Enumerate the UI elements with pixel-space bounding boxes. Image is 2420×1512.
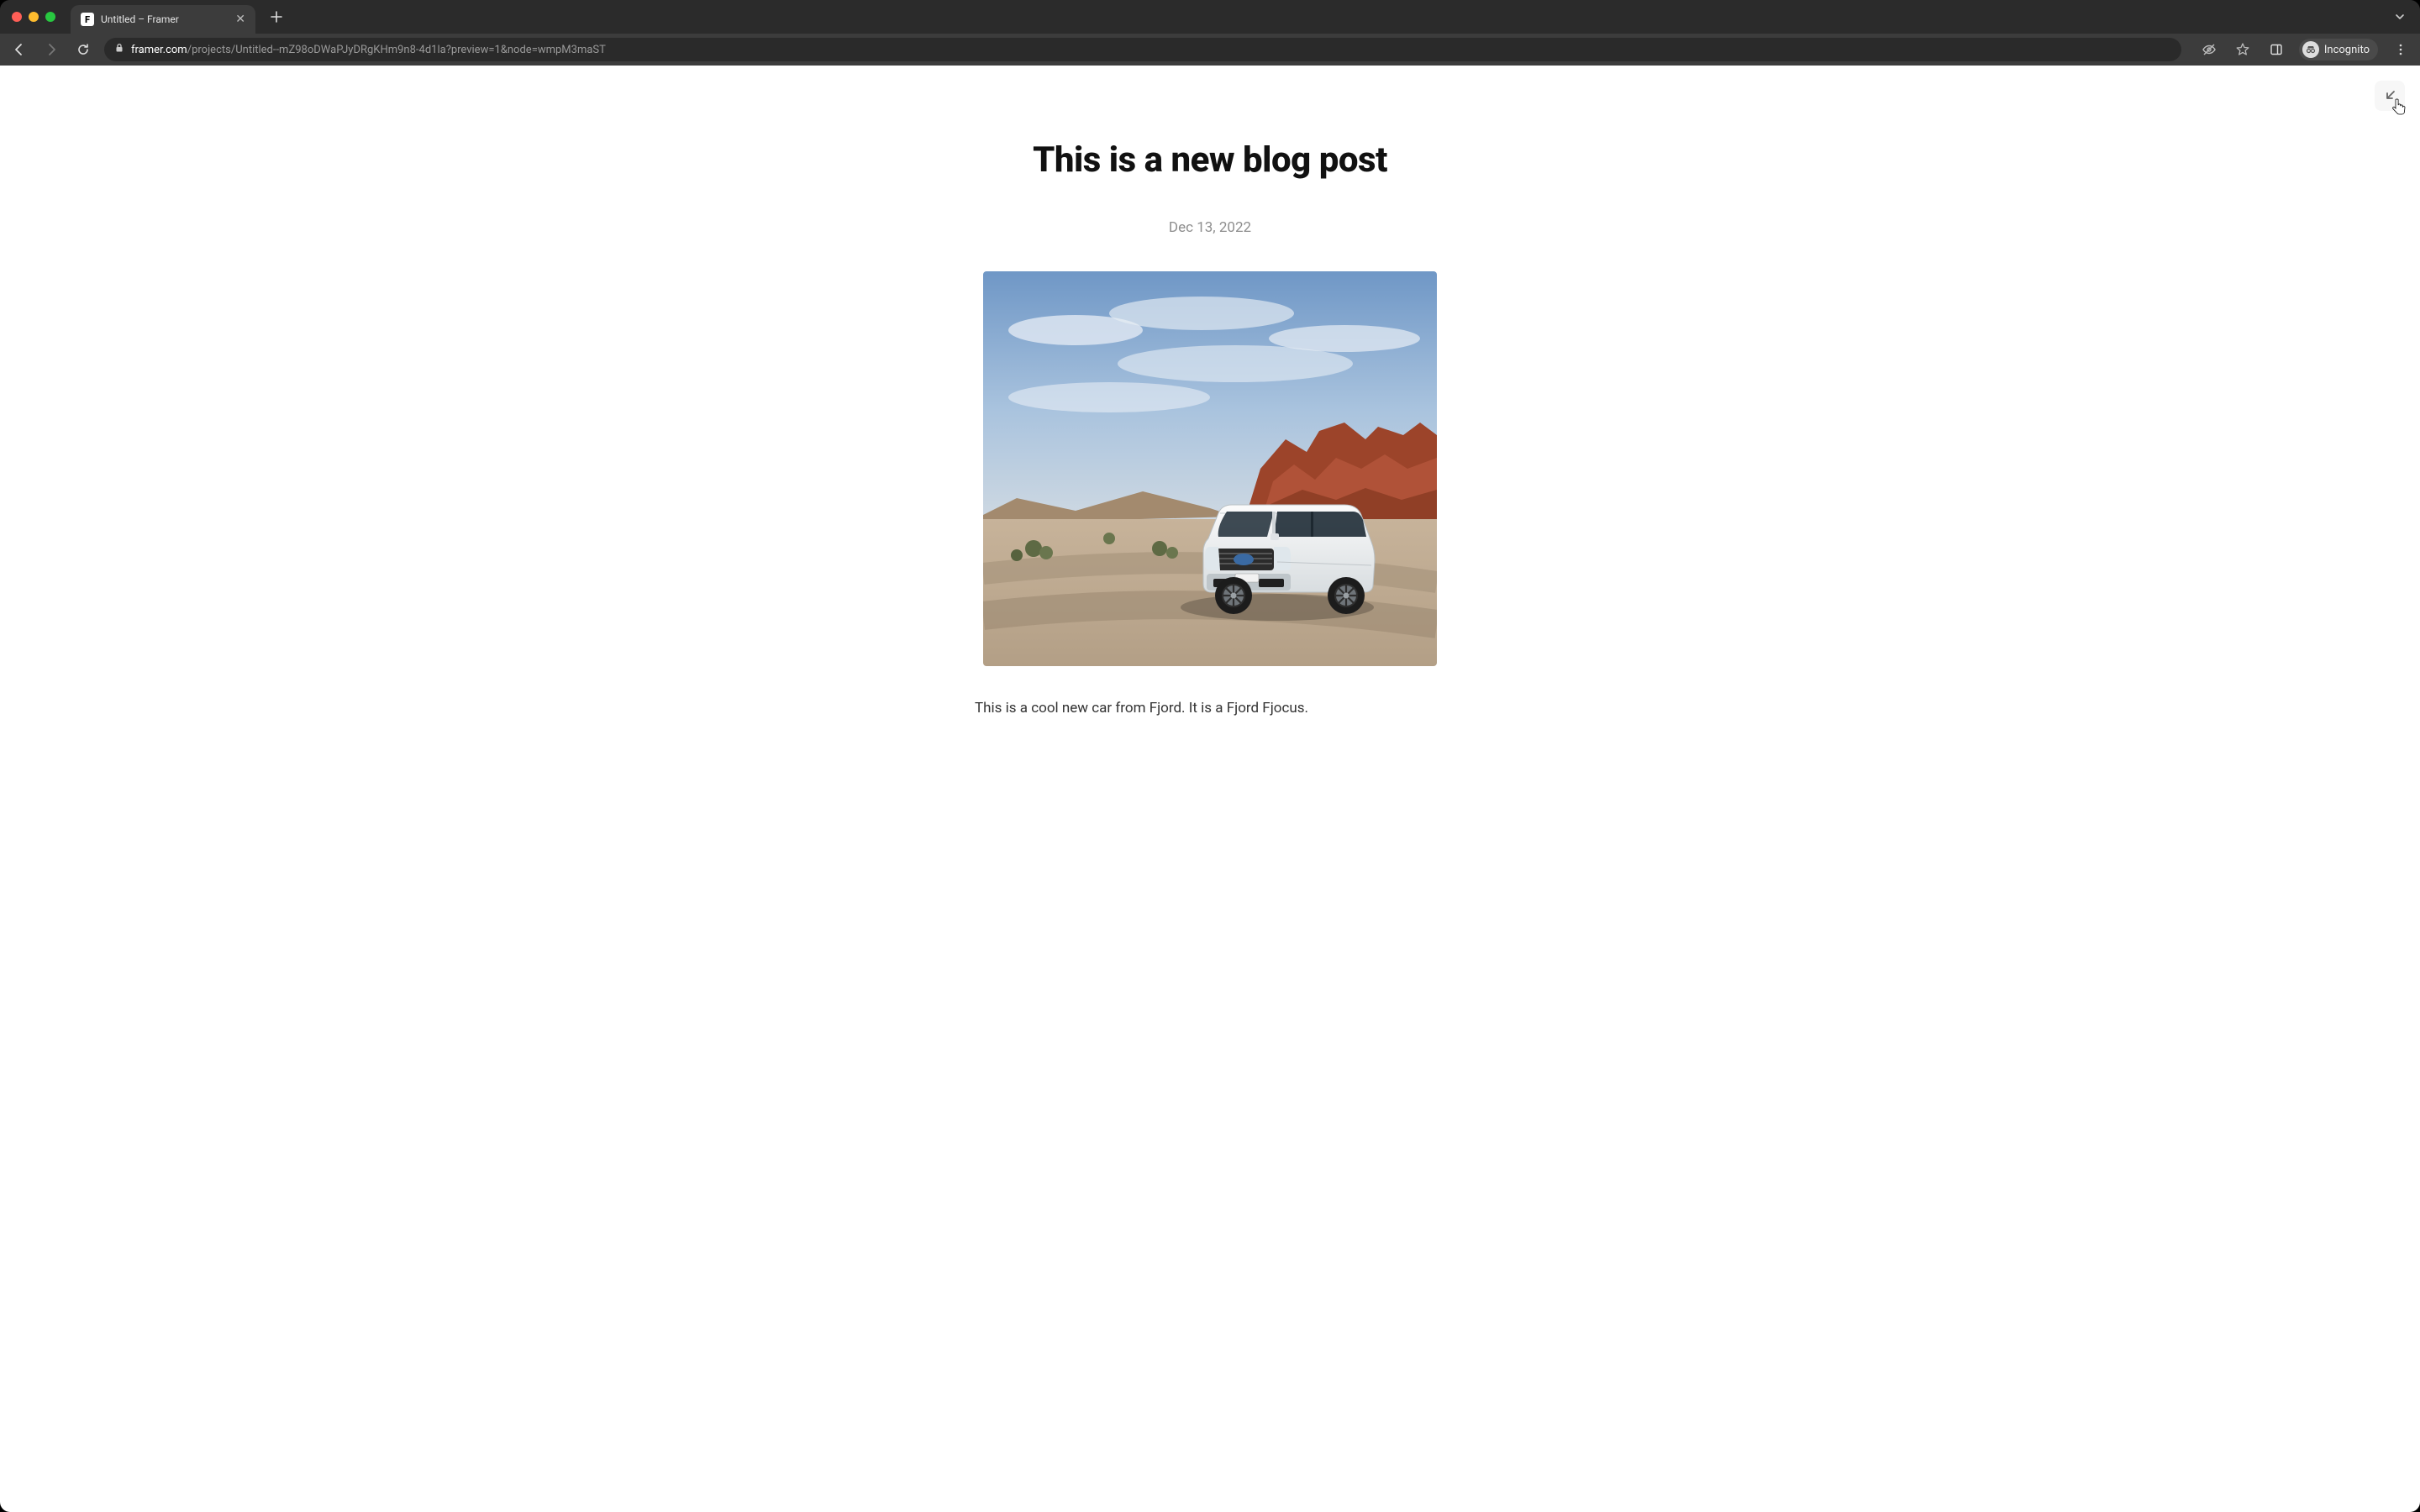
post-date: Dec 13, 2022 — [975, 219, 1445, 236]
window-close-button[interactable] — [12, 12, 22, 22]
page-viewport: This is a new blog post Dec 13, 2022 — [0, 66, 2420, 1512]
hero-image — [983, 271, 1437, 666]
chevron-down-icon — [2394, 11, 2406, 23]
browser-menu-button[interactable] — [2390, 39, 2412, 60]
eye-off-button[interactable] — [2198, 39, 2220, 60]
plus-icon — [271, 11, 282, 23]
browser-tab[interactable]: F Untitled – Framer ✕ — [71, 5, 255, 34]
more-vertical-icon — [2394, 43, 2407, 56]
url-path: /projects/Untitled--mZ98oDWaPJyDRgKHm9n8… — [187, 44, 606, 56]
window-controls — [12, 12, 55, 22]
forward-button[interactable] — [40, 39, 62, 60]
exit-preview-button[interactable] — [2375, 81, 2405, 111]
incognito-badge[interactable]: Incognito — [2299, 39, 2378, 60]
blog-article: This is a new blog post Dec 13, 2022 — [975, 66, 1445, 733]
new-tab-button[interactable] — [267, 8, 286, 26]
window-minimize-button[interactable] — [29, 12, 39, 22]
url-text: framer.com/projects/Untitled--mZ98oDWaPJ… — [131, 44, 606, 56]
incognito-label: Incognito — [2324, 44, 2370, 56]
tab-title: Untitled – Framer — [101, 13, 229, 25]
tabs-overflow-button[interactable] — [2391, 8, 2408, 25]
panel-icon — [2270, 43, 2283, 56]
browser-toolbar: framer.com/projects/Untitled--mZ98oDWaPJ… — [0, 34, 2420, 66]
bookmark-button[interactable] — [2232, 39, 2254, 60]
toolbar-right: Incognito — [2198, 39, 2412, 60]
post-body: This is a cool new car from Fjord. It is… — [975, 700, 1445, 733]
reload-icon — [76, 42, 91, 57]
browser-titlebar: F Untitled – Framer ✕ — [0, 0, 2420, 34]
arrow-right-icon — [44, 42, 59, 57]
tab-close-button[interactable]: ✕ — [235, 13, 245, 26]
post-title: This is a new blog post — [975, 139, 1445, 181]
reload-button[interactable] — [72, 39, 94, 60]
star-icon — [2235, 42, 2250, 57]
arrow-left-icon — [12, 42, 27, 57]
eye-off-icon — [2202, 42, 2217, 57]
lock-icon — [114, 43, 124, 56]
incognito-icon — [2302, 41, 2319, 58]
collapse-icon — [2382, 88, 2397, 103]
url-domain: framer.com — [131, 44, 187, 56]
back-button[interactable] — [8, 39, 30, 60]
tab-favicon-icon: F — [81, 13, 94, 26]
window-maximize-button[interactable] — [45, 12, 55, 22]
address-bar[interactable]: framer.com/projects/Untitled--mZ98oDWaPJ… — [104, 38, 2181, 61]
side-panel-button[interactable] — [2265, 39, 2287, 60]
